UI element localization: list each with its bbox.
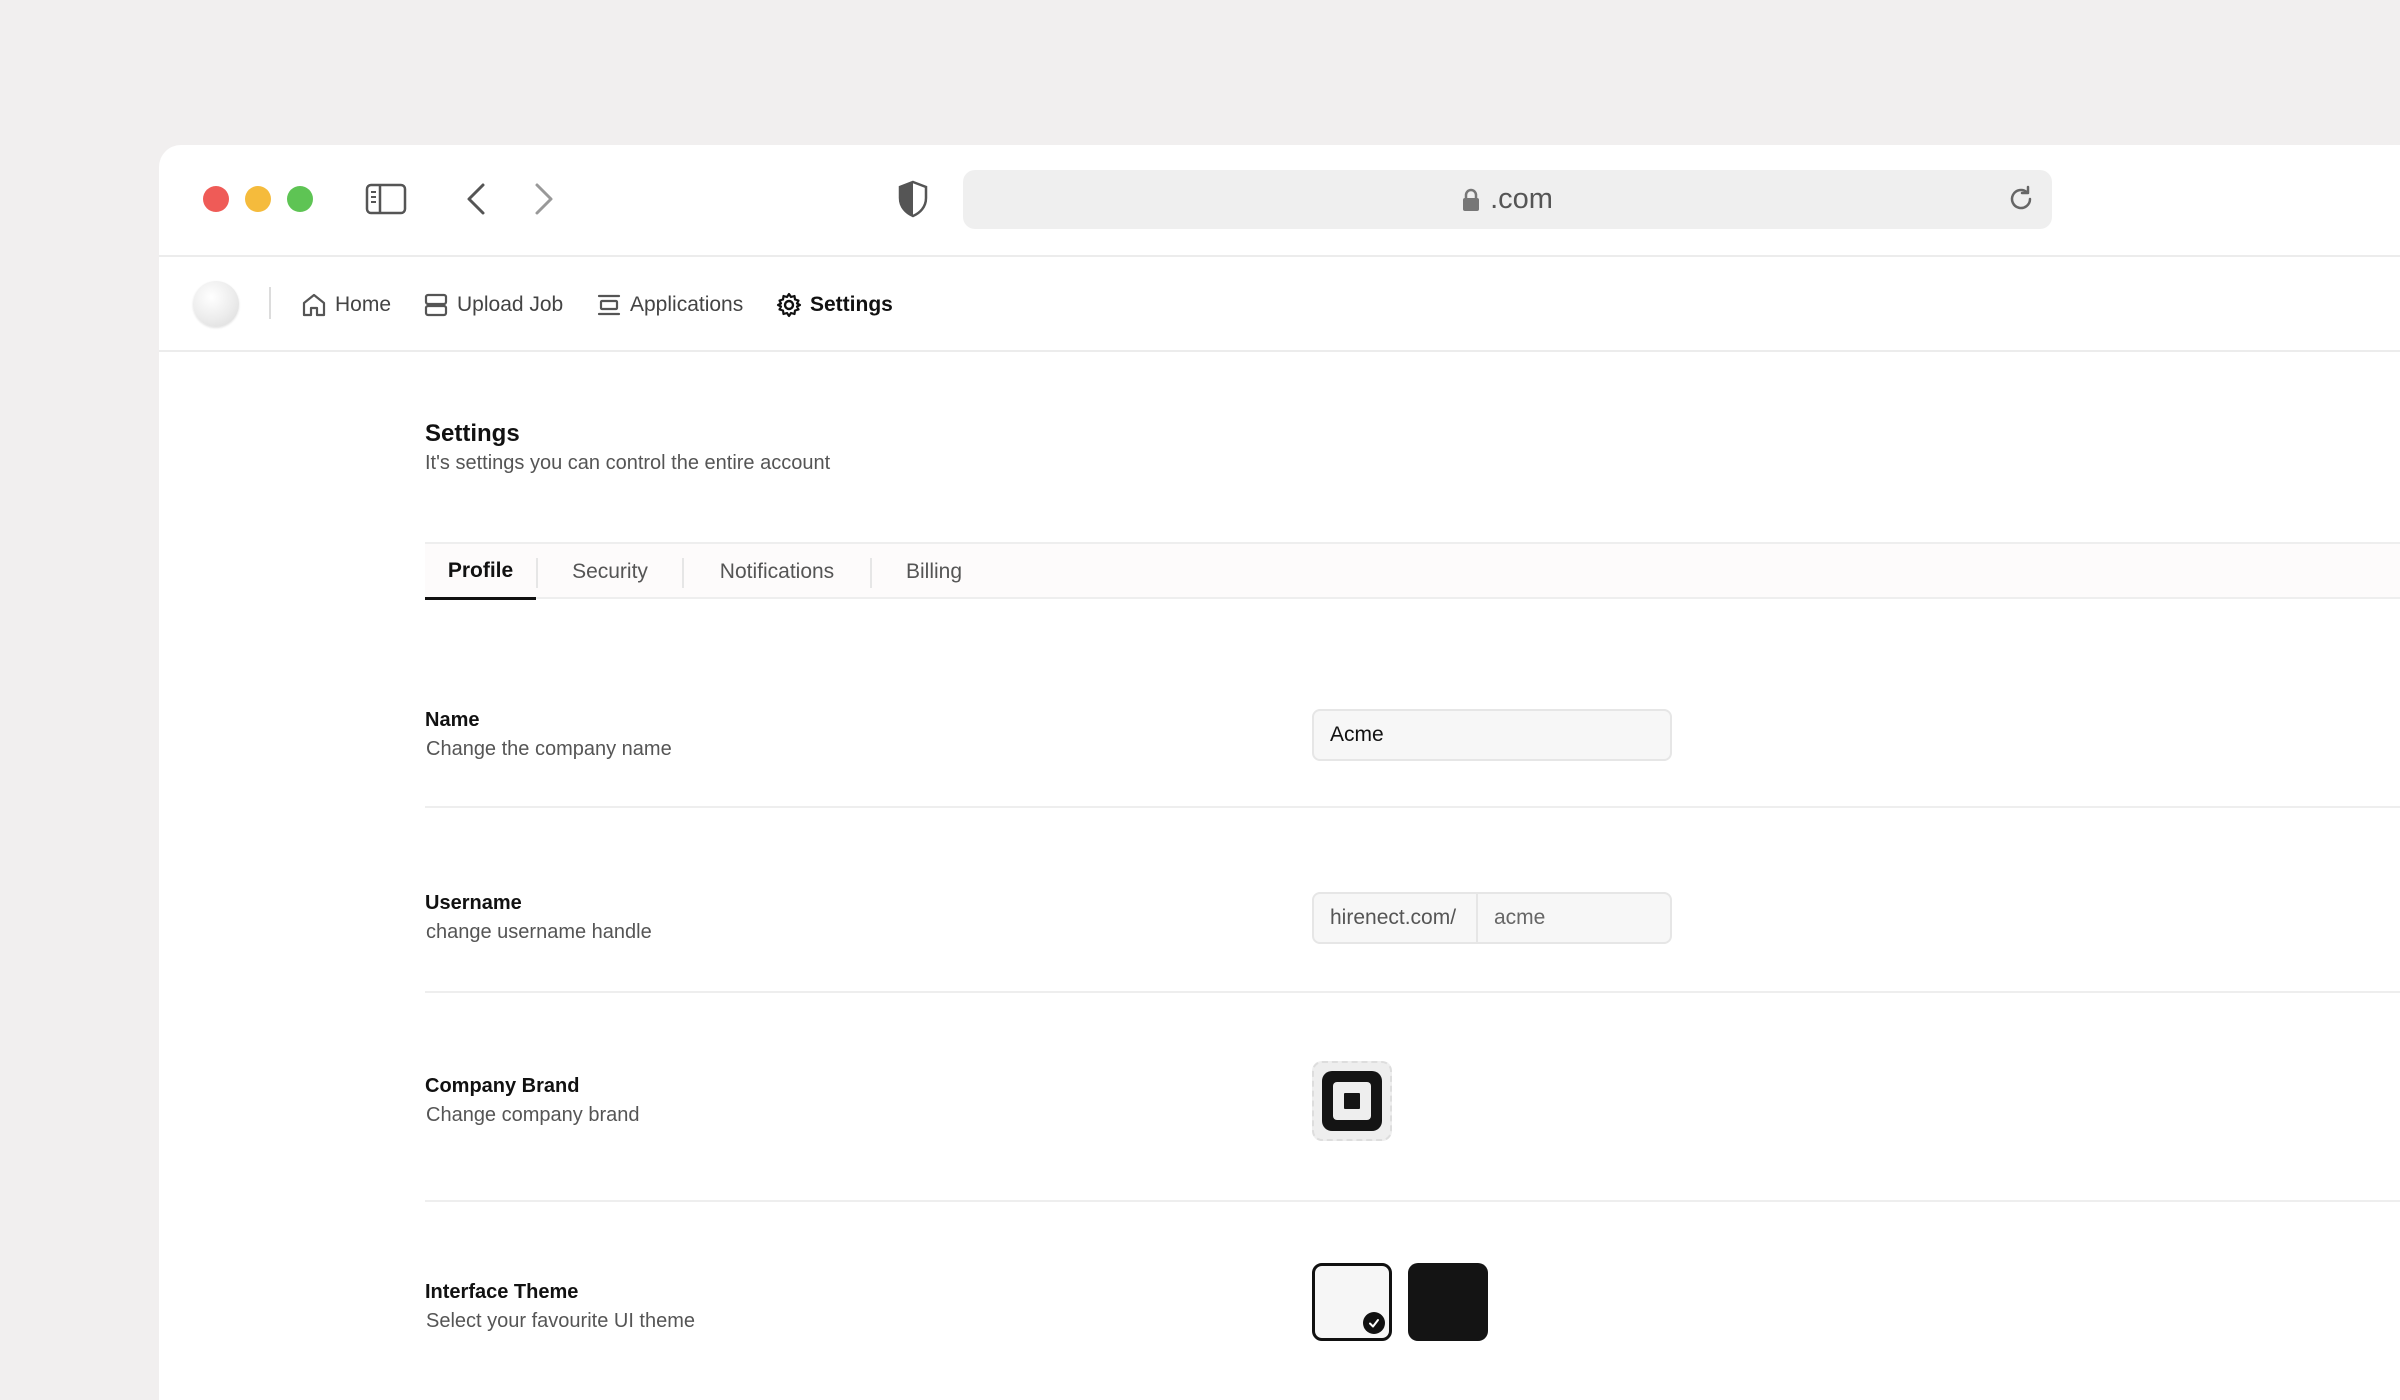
tab-billing[interactable]: Billing <box>872 544 996 599</box>
theme-option-dark[interactable] <box>1408 1263 1488 1341</box>
nav-item-home[interactable]: Home <box>301 287 391 323</box>
tab-profile[interactable]: Profile <box>425 544 536 600</box>
company-name-input[interactable]: Acme <box>1312 709 1672 761</box>
chevron-left-icon[interactable] <box>461 179 491 219</box>
app-navigation: Home Upload Job Applications Settings <box>159 257 2400 352</box>
check-icon <box>1363 1312 1385 1334</box>
url-text: .com <box>1490 183 1553 215</box>
server-icon <box>424 293 448 317</box>
tab-notifications[interactable]: Notifications <box>684 544 870 599</box>
row-label: Username <box>425 892 522 914</box>
page-title: Settings <box>425 420 520 447</box>
nav-item-label: Upload Job <box>457 293 564 316</box>
settings-row-name: Name Change the company name Acme <box>425 632 2400 808</box>
settings-row-interface-theme: Interface Theme Select your favourite UI… <box>425 1203 2400 1400</box>
tab-security[interactable]: Security <box>538 544 682 599</box>
lock-icon <box>1462 188 1480 212</box>
nav-item-label: Settings <box>810 293 893 316</box>
username-input[interactable]: acme <box>1478 906 1545 930</box>
row-label: Name <box>425 709 480 731</box>
avatar[interactable] <box>193 281 239 327</box>
nav-item-label: Home <box>335 293 392 316</box>
browser-window: .com Home Upload Job Applications Settin… <box>159 145 2400 1400</box>
row-description: Change company brand <box>426 1104 640 1126</box>
page-subtitle: It's settings you can control the entire… <box>425 452 831 474</box>
close-window-button[interactable] <box>203 186 229 212</box>
square-logo-icon <box>1322 1071 1382 1131</box>
row-description: Change the company name <box>426 738 672 760</box>
row-label: Interface Theme <box>425 1281 579 1303</box>
row-description: Select your favourite UI theme <box>426 1310 696 1332</box>
nav-item-upload-job[interactable]: Upload Job <box>423 287 563 323</box>
chevron-right-icon[interactable] <box>529 179 559 219</box>
company-brand-upload[interactable] <box>1312 1061 1392 1141</box>
row-label: Company Brand <box>425 1075 580 1097</box>
settings-row-company-brand: Company Brand Change company brand <box>425 994 2400 1202</box>
minimize-window-button[interactable] <box>245 186 271 212</box>
username-field[interactable]: hirenect.com/ acme <box>1312 892 1672 944</box>
nav-divider <box>269 287 271 319</box>
username-prefix: hirenect.com/ <box>1314 894 1478 942</box>
theme-option-light[interactable] <box>1312 1263 1392 1341</box>
settings-content: Settings It's settings you can control t… <box>425 352 2400 1400</box>
nav-item-applications[interactable]: Applications <box>596 287 743 323</box>
browser-toolbar: .com <box>159 145 2400 257</box>
reload-icon[interactable] <box>2006 184 2038 216</box>
home-icon <box>302 293 326 317</box>
maximize-window-button[interactable] <box>287 186 313 212</box>
row-description: change username handle <box>426 921 652 943</box>
settings-row-username: Username change username handle hirenect… <box>425 809 2400 993</box>
nav-item-settings[interactable]: Settings <box>776 287 893 323</box>
nav-item-label: Applications <box>630 293 744 316</box>
address-bar[interactable]: .com <box>963 170 2052 229</box>
sidebar-toggle-icon[interactable] <box>365 181 407 217</box>
shield-icon[interactable] <box>893 179 933 219</box>
settings-tabs: Profile Security Notifications Billing <box>425 542 2400 600</box>
gear-icon <box>776 292 802 318</box>
list-icon <box>597 294 621 316</box>
